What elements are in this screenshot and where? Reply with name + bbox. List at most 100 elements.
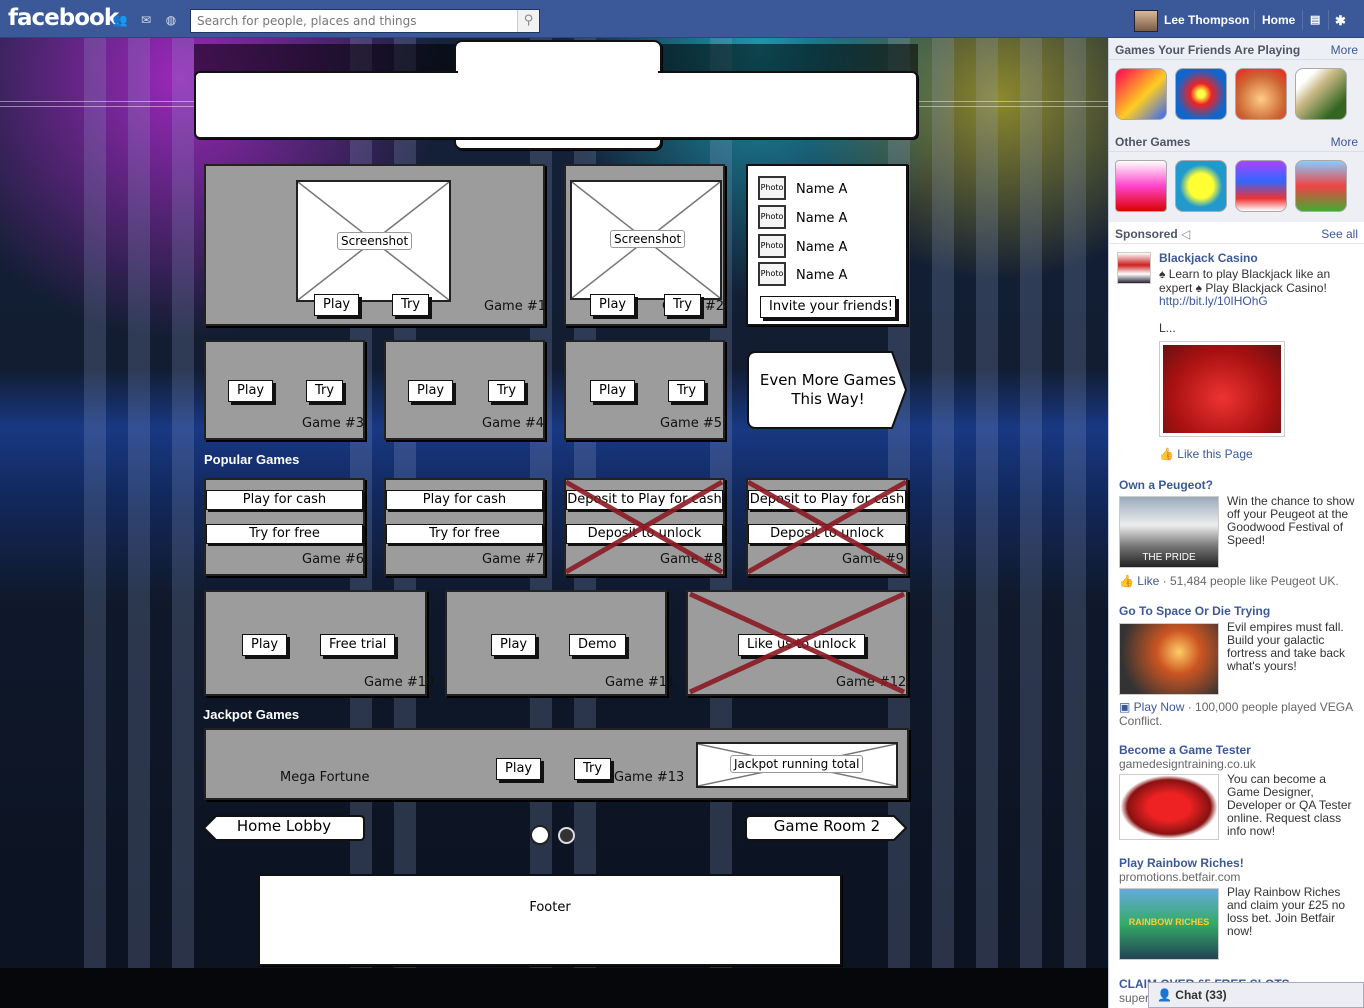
game-solitaire-icon[interactable] bbox=[1295, 68, 1347, 120]
try-button[interactable]: Try bbox=[392, 294, 430, 316]
other-games-row bbox=[1109, 152, 1364, 222]
home-lobby-label[interactable]: Home Lobby bbox=[222, 817, 346, 835]
play-button[interactable]: Play bbox=[590, 294, 636, 316]
like-page-label[interactable]: Like this Page bbox=[1177, 447, 1252, 461]
notifications-icon[interactable]: ◍ bbox=[163, 13, 179, 27]
slots-friendzy-icon[interactable] bbox=[1235, 160, 1287, 212]
try-button[interactable]: Try bbox=[306, 380, 344, 402]
search-icon[interactable]: ⚲ bbox=[517, 10, 539, 32]
sponsored-title: Sponsored bbox=[1115, 227, 1178, 241]
game-m-icon[interactable] bbox=[1115, 68, 1167, 120]
play-button[interactable]: Play bbox=[496, 758, 542, 780]
play-now-link[interactable]: Play Now bbox=[1134, 700, 1185, 714]
play-button[interactable]: Play bbox=[590, 380, 636, 402]
ad-title[interactable]: Become a Game Tester bbox=[1119, 743, 1251, 757]
ad-domain: promotions.betfair.com bbox=[1119, 870, 1241, 884]
account-icon[interactable]: ▤ bbox=[1310, 13, 1320, 26]
play-for-cash-button[interactable]: Play for cash bbox=[386, 490, 543, 510]
game-tile-6[interactable]: Play for cash Try for free Game #6 bbox=[204, 478, 365, 576]
try-button[interactable]: Try bbox=[664, 294, 702, 316]
play-button[interactable]: Play bbox=[408, 380, 454, 402]
ad-title[interactable]: Go To Space Or Die Trying bbox=[1119, 604, 1270, 618]
facebook-logo[interactable]: facebook bbox=[8, 5, 119, 31]
ad-title[interactable]: Own a Peugeot? bbox=[1119, 478, 1213, 492]
game-tile-2[interactable]: Game #2 Screenshot Play Try bbox=[564, 164, 725, 326]
see-all-link[interactable]: See all bbox=[1321, 227, 1358, 241]
more-games-label[interactable]: Even More Games This Way! bbox=[756, 371, 900, 409]
facebook-topbar: facebook 👥 ✉ ◍ Search for people, places… bbox=[0, 0, 1364, 38]
search-input[interactable]: Search for people, places and things ⚲ bbox=[190, 9, 540, 33]
chat-label[interactable]: Chat (33) bbox=[1175, 988, 1226, 1002]
rainbow-riches-image[interactable]: RAINBOW RICHES bbox=[1119, 888, 1219, 960]
play-button[interactable]: Play bbox=[491, 634, 537, 656]
game-tile-8-locked[interactable]: Deposit to Play for cash Deposit to unlo… bbox=[564, 478, 725, 576]
free-trial-button[interactable]: Free trial bbox=[320, 634, 396, 656]
farm-game-icon[interactable] bbox=[1295, 160, 1347, 212]
like-link[interactable]: Like bbox=[1137, 574, 1159, 588]
game-tile-4[interactable]: Play Try Game #4 bbox=[384, 340, 545, 440]
megaphone-icon: ◁ bbox=[1181, 227, 1191, 241]
bg-floor bbox=[0, 968, 1108, 1008]
page-dot[interactable] bbox=[558, 827, 575, 844]
game-tile-3[interactable]: Play Try Game #3 bbox=[204, 340, 365, 440]
friend-name[interactable]: Name A bbox=[796, 268, 847, 283]
blackjack-image[interactable] bbox=[1159, 341, 1285, 437]
play-button[interactable]: Play bbox=[242, 634, 288, 656]
try-button[interactable]: Try bbox=[488, 380, 526, 402]
game-tile-1[interactable]: Screenshot Play Try Game #1 bbox=[204, 164, 546, 326]
chick-game-icon[interactable] bbox=[1175, 160, 1227, 212]
game-tile-10[interactable]: Play Free trial Game #10 bbox=[204, 590, 434, 696]
play-for-cash-button[interactable]: Play for cash bbox=[206, 490, 363, 510]
rainbow-riches-image-text: RAINBOW RICHES bbox=[1128, 917, 1210, 927]
game-pet-icon[interactable] bbox=[1235, 68, 1287, 120]
game-room-2-label[interactable]: Game Room 2 bbox=[760, 817, 894, 835]
ad-title[interactable]: Blackjack Casino bbox=[1159, 251, 1258, 265]
game-tile-5[interactable]: Play Try Game #5 bbox=[564, 340, 725, 440]
section-title-jackpot: Jackpot Games bbox=[203, 707, 300, 722]
game-tile-12-locked[interactable]: Game #12 Like us to unlock bbox=[686, 590, 908, 696]
bg-stripe bbox=[976, 38, 998, 970]
ad-link[interactable]: http://bit.ly/10IHOhG bbox=[1159, 294, 1268, 308]
invite-friends-button[interactable]: Invite your friends! bbox=[760, 296, 896, 318]
locked-cross-icon bbox=[746, 479, 908, 575]
messages-icon[interactable]: ✉ bbox=[138, 13, 154, 27]
game-tile-13[interactable]: Mega Fortune Play Try Game #13 Jackpot r… bbox=[204, 728, 909, 800]
friend-requests-icon[interactable]: 👥 bbox=[112, 13, 128, 27]
try-for-free-button[interactable]: Try for free bbox=[386, 524, 543, 544]
game-guitar-icon[interactable] bbox=[1175, 68, 1227, 120]
game-tile-11[interactable]: Play Demo Game #11 bbox=[445, 590, 675, 696]
game-tile-9-locked[interactable]: Deposit to Play for cash Deposit to unlo… bbox=[746, 478, 908, 576]
peugeot-image[interactable]: THE PRIDE bbox=[1119, 496, 1219, 568]
ad-social: 👍 Like · 51,484 people like Peugeot UK. bbox=[1119, 574, 1363, 588]
try-button[interactable]: Try bbox=[574, 758, 612, 780]
thumbs-up-icon: 👍 bbox=[1119, 574, 1138, 588]
like-page-link[interactable]: 👍 Like this Page bbox=[1159, 447, 1253, 461]
friend-name[interactable]: Name A bbox=[796, 211, 847, 226]
friend-name[interactable]: Name A bbox=[796, 240, 847, 255]
ad-domain: super bbox=[1119, 991, 1150, 1005]
friend-name[interactable]: Name A bbox=[796, 182, 847, 197]
profile-link[interactable]: Lee Thompson bbox=[1164, 13, 1249, 27]
home-link[interactable]: Home bbox=[1262, 13, 1295, 27]
friends-games-more-link[interactable]: More bbox=[1331, 43, 1358, 57]
ad-social: ▣ Play Now · 100,000 people played VEGA … bbox=[1119, 700, 1363, 728]
avatar[interactable] bbox=[1134, 10, 1158, 32]
demo-button[interactable]: Demo bbox=[569, 634, 626, 656]
ad-text: Play Rainbow Riches and claim your £25 n… bbox=[1227, 885, 1346, 938]
controller-image[interactable] bbox=[1119, 774, 1219, 840]
game-tile-7[interactable]: Play for cash Try for free Game #7 bbox=[384, 478, 545, 576]
play-button[interactable]: Play bbox=[228, 380, 274, 402]
screenshot-label: Screenshot bbox=[610, 230, 686, 248]
search-placeholder: Search for people, places and things bbox=[197, 14, 417, 28]
play-button[interactable]: Play bbox=[314, 294, 360, 316]
try-for-free-button[interactable]: Try for free bbox=[206, 524, 363, 544]
try-button[interactable]: Try bbox=[668, 380, 706, 402]
other-games-more-link[interactable]: More bbox=[1331, 135, 1358, 149]
ad-title[interactable]: Play Rainbow Riches! bbox=[1119, 856, 1244, 870]
real-money-slots-icon[interactable] bbox=[1115, 160, 1167, 212]
page-dot-active[interactable] bbox=[530, 825, 550, 845]
vega-conflict-image[interactable] bbox=[1119, 623, 1219, 695]
blackjack-logo[interactable] bbox=[1117, 252, 1151, 284]
chat-bar[interactable]: 👤 Chat (33) bbox=[1148, 982, 1364, 1008]
settings-gear-icon[interactable]: ✱ bbox=[1335, 13, 1346, 29]
